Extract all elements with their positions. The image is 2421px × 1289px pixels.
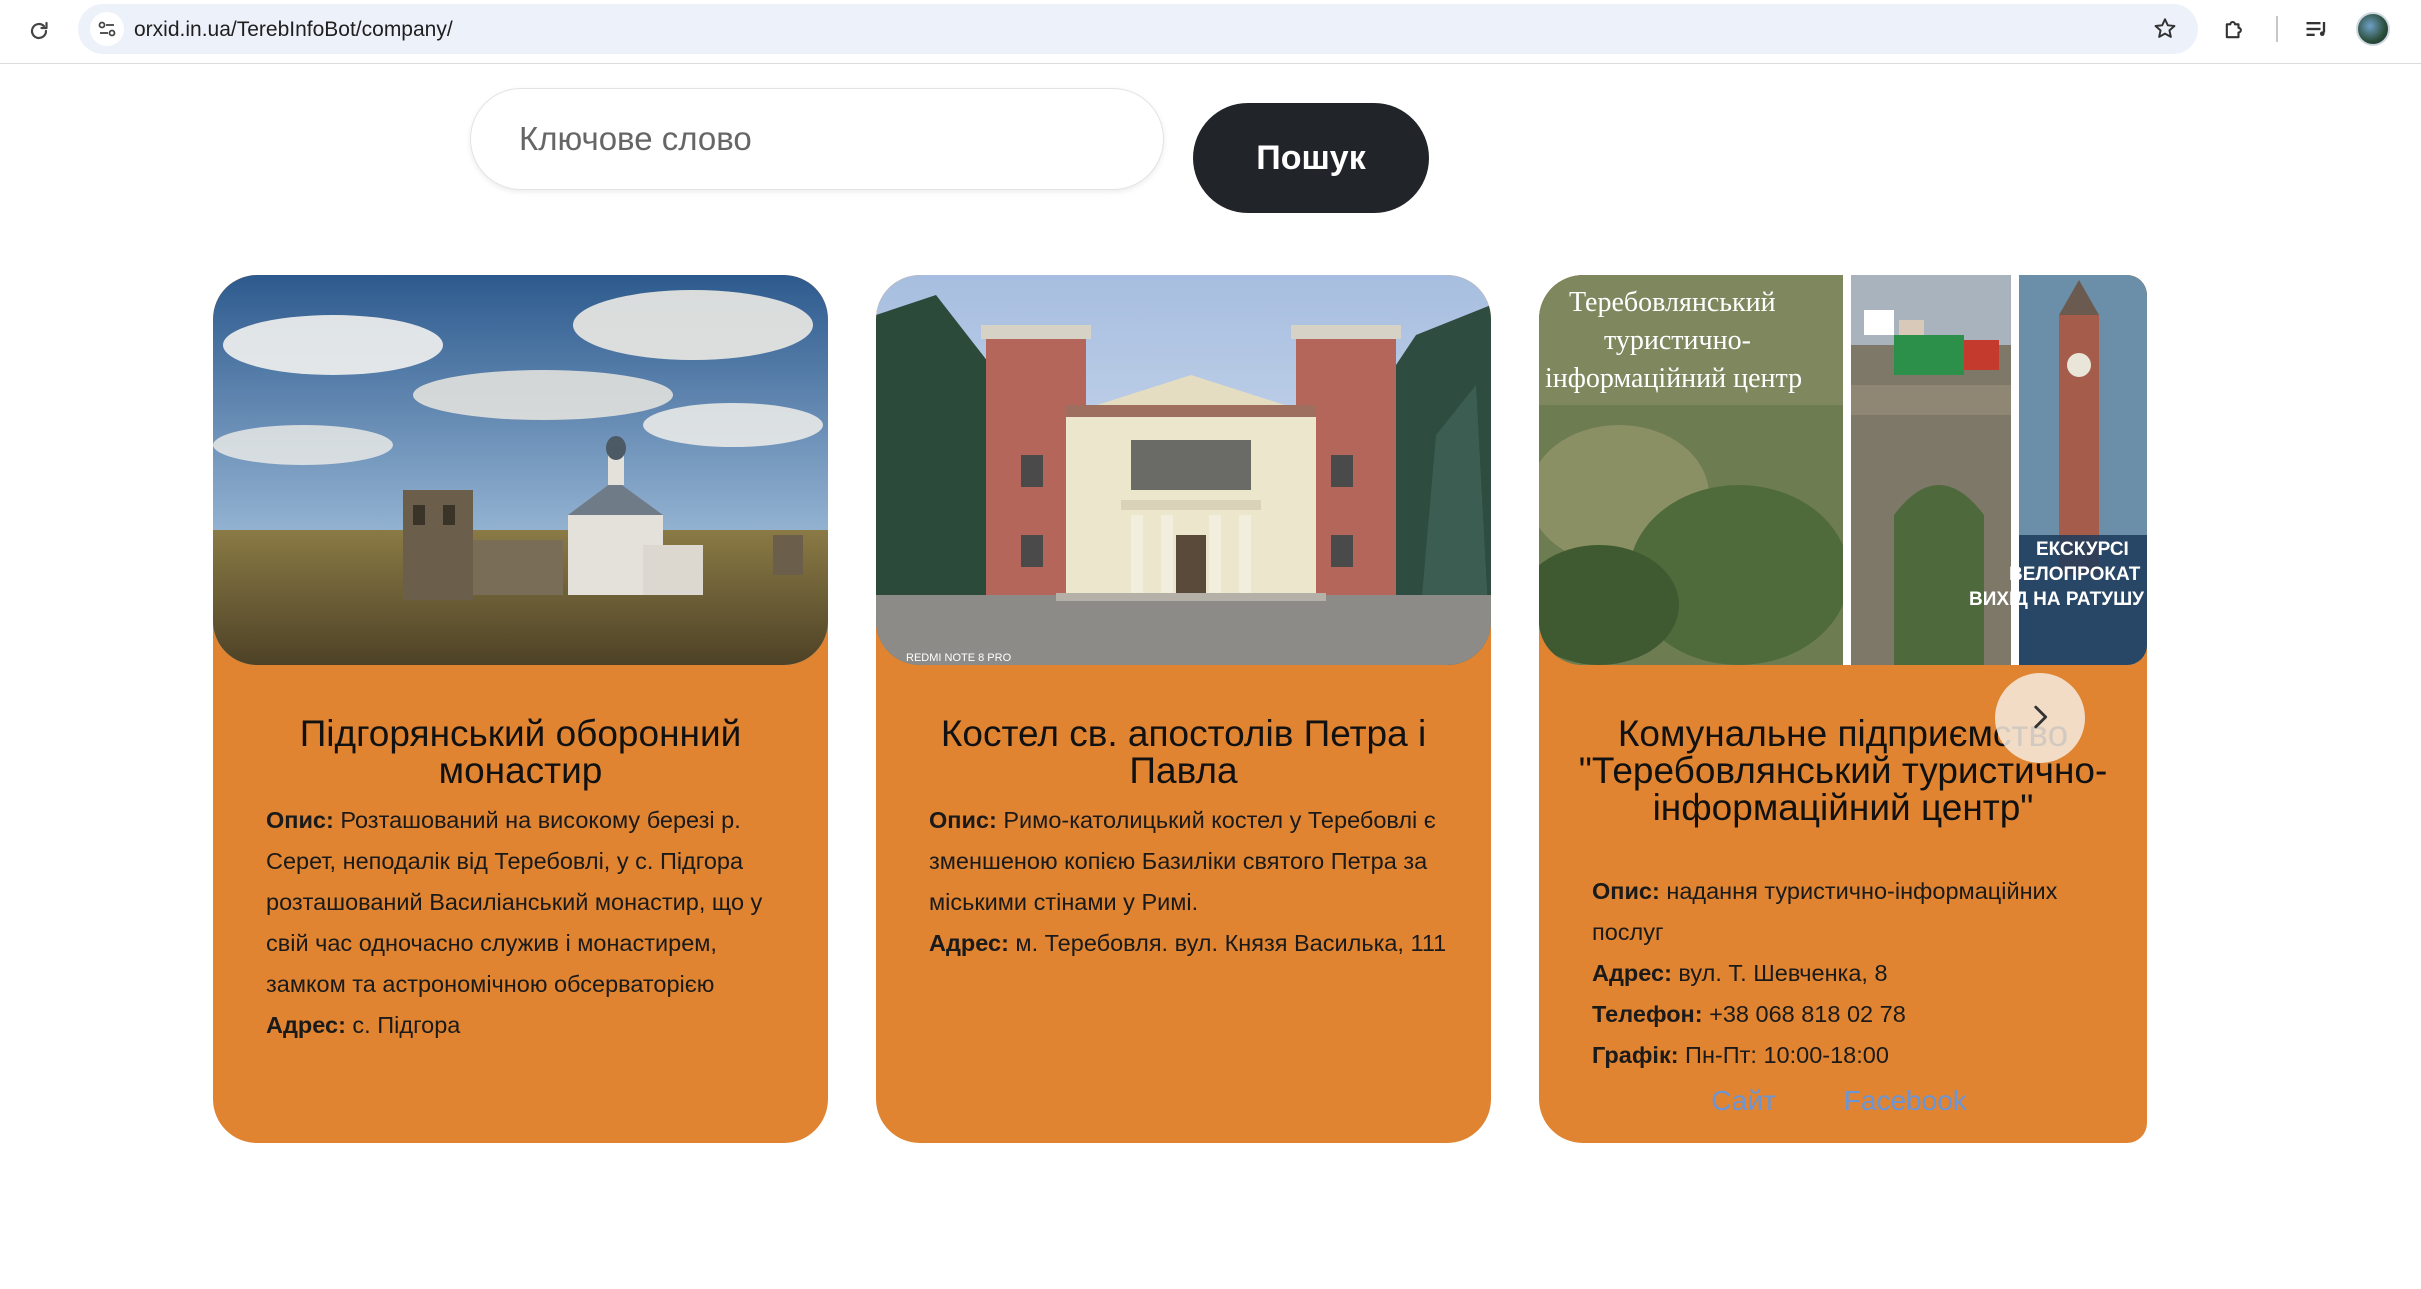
address-text: м. Теребовля. вул. Князя Василька, 111: [1008, 930, 1447, 956]
svg-text:Теребовлянський: Теребовлянський: [1569, 287, 1776, 318]
card-phone: Телефон: +38 068 818 02 78: [1592, 994, 2112, 1035]
card-description: Опис: надання туристично-інформаційних п…: [1592, 871, 2112, 953]
schedule-text: Пн-Пт: 10:00-18:00: [1678, 1042, 1889, 1068]
browser-toolbar: orxid.in.ua/TerebInfoBot/company/: [0, 0, 2421, 64]
description-text: Римо-католицький костел у Теребовлі є зм…: [929, 807, 1436, 915]
card-image-monastery: [213, 275, 828, 665]
extensions-icon[interactable]: [2218, 12, 2252, 46]
card-address: Адрес: с. Підгора: [266, 1005, 786, 1046]
address-text: вул. Т. Шевченка, 8: [1671, 960, 1888, 986]
card-title: Костел св. апостолів Петра і Павла: [940, 713, 1427, 791]
url-text[interactable]: orxid.in.ua/TerebInfoBot/company/: [134, 18, 453, 42]
description-label: Опис:: [929, 807, 997, 833]
address-label: Адрес:: [1592, 960, 1672, 986]
address-label: Адрес:: [266, 1012, 346, 1038]
overlay-bike-rental: ВЕЛОПРОКАТ: [2009, 564, 2141, 585]
card-image-church: REDMI NOTE 8 PRO: [876, 275, 1491, 665]
card-address: Адрес: вул. Т. Шевченка, 8: [1592, 953, 2112, 994]
card-title: Підгорянський оборонний монастир: [299, 713, 742, 791]
card-address: Адрес: м. Теребовля. вул. Князя Василька…: [929, 923, 1449, 964]
reload-icon[interactable]: [22, 14, 56, 48]
search-input[interactable]: [470, 88, 1164, 190]
carousel-next-button[interactable]: [1995, 673, 2085, 763]
card-schedule: Графік: Пн-Пт: 10:00-18:00: [1592, 1035, 2112, 1076]
description-label: Опис:: [1592, 878, 1660, 904]
card-links: Сайт Facebook: [1539, 1085, 2139, 1117]
address-bar[interactable]: orxid.in.ua/TerebInfoBot/company/: [78, 4, 2198, 54]
schedule-label: Графік:: [1592, 1042, 1679, 1068]
media-controls-icon[interactable]: [2300, 12, 2334, 46]
card-image-tourism-center: Теребовлянський туристично- інформаційни…: [1539, 275, 2147, 665]
facebook-link[interactable]: Facebook: [1844, 1085, 1967, 1116]
phone-text: +38 068 818 02 78: [1702, 1001, 1906, 1027]
toolbar-separator: [2276, 16, 2278, 42]
overlay-town-hall: ВИХІД НА РАТУШУ: [1969, 589, 2144, 610]
chevron-right-icon: [2023, 700, 2057, 737]
site-link[interactable]: Сайт: [1711, 1085, 1776, 1116]
profile-avatar[interactable]: [2356, 12, 2390, 46]
phone-label: Телефон:: [1592, 1001, 1703, 1027]
card-description: Опис: Римо-католицький костел у Теребовл…: [929, 800, 1449, 923]
company-card: REDMI NOTE 8 PRO Костел св. апостолів Пе…: [876, 275, 1491, 1143]
search-button[interactable]: Пошук: [1193, 103, 1429, 213]
description-text: надання туристично-інформаційних послуг: [1592, 878, 2058, 945]
overlay-excursions: ЕКСКУРСІ: [2036, 539, 2129, 560]
svg-text:інформаційний центр: інформаційний центр: [1545, 363, 1802, 394]
photo-watermark: REDMI NOTE 8 PRO: [906, 652, 1012, 664]
bookmark-star-icon[interactable]: [2150, 14, 2180, 44]
description-text: Розташований на високому березі р. Серет…: [266, 807, 763, 997]
site-info-icon[interactable]: [90, 12, 124, 46]
company-card: Підгорянський оборонний монастир Опис: Р…: [213, 275, 828, 1143]
address-text: с. Підгора: [345, 1012, 461, 1038]
card-description: Опис: Розташований на високому березі р.…: [266, 800, 786, 1005]
address-label: Адрес:: [929, 930, 1009, 956]
description-label: Опис:: [266, 807, 334, 833]
svg-text:туристично-: туристично-: [1604, 325, 1751, 356]
